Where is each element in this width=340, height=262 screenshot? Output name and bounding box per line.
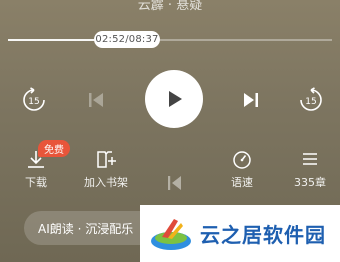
skip-next-icon (244, 93, 258, 107)
add-to-bookshelf-label: 加入书架 (84, 176, 128, 189)
floating-prev-icon (166, 174, 184, 192)
bookshelf-add-icon (97, 151, 116, 168)
chapter-list-icon (303, 153, 317, 165)
watermark: 云之居软件园 (140, 205, 340, 262)
play-button[interactable] (145, 70, 203, 128)
book-title: 云霹 · 悬疑 (137, 0, 203, 13)
rewind-15-text: 15 (28, 97, 39, 107)
forward-15-text: 15 (305, 97, 316, 107)
progress-bar[interactable] (8, 39, 332, 41)
progress-thumb[interactable]: 02:52/08:37 (94, 31, 160, 48)
play-icon (169, 91, 182, 107)
rewind-15-icon: 15 (23, 87, 45, 111)
free-badge: 免费 (38, 140, 70, 157)
previous-chapter-button[interactable] (84, 88, 108, 112)
forward-15-icon: 15 (300, 87, 322, 111)
forward-15-button[interactable]: 15 (298, 87, 324, 113)
chapter-list-label: 335章 (294, 176, 326, 189)
rewind-15-button[interactable]: 15 (21, 87, 47, 113)
download-label: 下载 (25, 176, 47, 189)
watermark-logo (151, 218, 191, 250)
speed-icon (233, 151, 251, 169)
next-chapter-button[interactable] (239, 88, 263, 112)
add-to-bookshelf-button[interactable]: 加入书架 (76, 146, 136, 190)
watermark-text: 云之居软件园 (200, 223, 326, 247)
speed-label: 语速 (231, 176, 253, 189)
speed-button[interactable]: 语速 (212, 146, 272, 190)
chapter-list-button[interactable]: 335章 (280, 146, 340, 190)
skip-previous-icon (89, 93, 103, 107)
